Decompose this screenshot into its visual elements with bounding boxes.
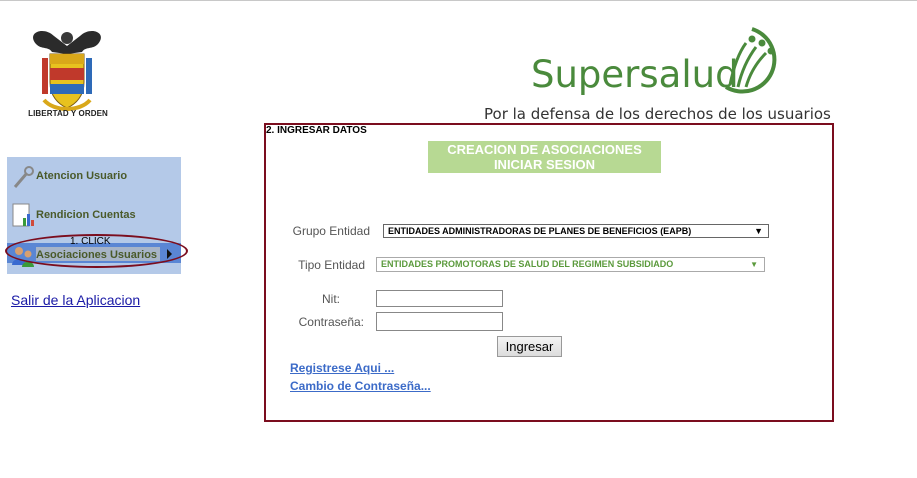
grupo-entidad-select[interactable]: ENTIDADES ADMINISTRADORAS DE PLANES DE B…: [383, 224, 769, 238]
register-link[interactable]: Registrese Aqui ...: [290, 361, 394, 375]
tipo-entidad-value: ENTIDADES PROMOTORAS DE SALUD DEL REGIME…: [381, 259, 674, 269]
dropdown-arrow-icon: ▼: [750, 260, 758, 269]
coat-of-arms-icon: [33, 30, 101, 111]
tipo-entidad-select[interactable]: ENTIDADES PROMOTORAS DE SALUD DEL REGIME…: [376, 257, 765, 272]
exit-application-link[interactable]: Salir de la Aplicacion: [11, 292, 140, 308]
password-label: Contraseña:: [298, 315, 364, 329]
dropdown-arrow-icon: ▼: [754, 226, 763, 236]
nit-input[interactable]: [376, 290, 503, 307]
form-title: CREACION DE ASOCIACIONES INICIAR SESION: [428, 141, 661, 173]
coat-caption: LIBERTAD Y ORDEN: [28, 109, 108, 118]
top-divider: [0, 0, 917, 1]
brand-tagline: Por la defensa de los derechos de los us…: [484, 105, 831, 123]
nit-label: Nit:: [322, 292, 340, 306]
supersalud-logo-icon: [724, 27, 777, 94]
password-input[interactable]: [376, 312, 503, 331]
brand-name: Supersalud: [531, 53, 739, 96]
wrench-icon: [13, 166, 34, 188]
report-chart-icon: [12, 203, 34, 227]
form-title-line2: INICIAR SESION: [493, 157, 596, 172]
sidebar-item-label: Rendicion Cuentas: [36, 209, 136, 221]
sidebar-item-atencion-usuario[interactable]: Atencion Usuario: [7, 163, 181, 193]
annotation-highlight-ellipse: [5, 234, 188, 268]
ingresar-button[interactable]: Ingresar: [497, 336, 562, 357]
sidebar-item-rendicion-cuentas[interactable]: Rendicion Cuentas: [7, 202, 181, 232]
annotation-step-2: 2. INGRESAR DATOS: [266, 125, 367, 136]
tipo-entidad-label: Tipo Entidad: [298, 258, 365, 272]
form-title-line1: CREACION DE ASOCIACIONES: [447, 142, 642, 157]
grupo-entidad-value: ENTIDADES ADMINISTRADORAS DE PLANES DE B…: [388, 226, 692, 236]
sidebar-item-label: Atencion Usuario: [36, 170, 128, 182]
grupo-entidad-label: Grupo Entidad: [292, 224, 370, 238]
change-password-link[interactable]: Cambio de Contraseña...: [290, 379, 431, 393]
